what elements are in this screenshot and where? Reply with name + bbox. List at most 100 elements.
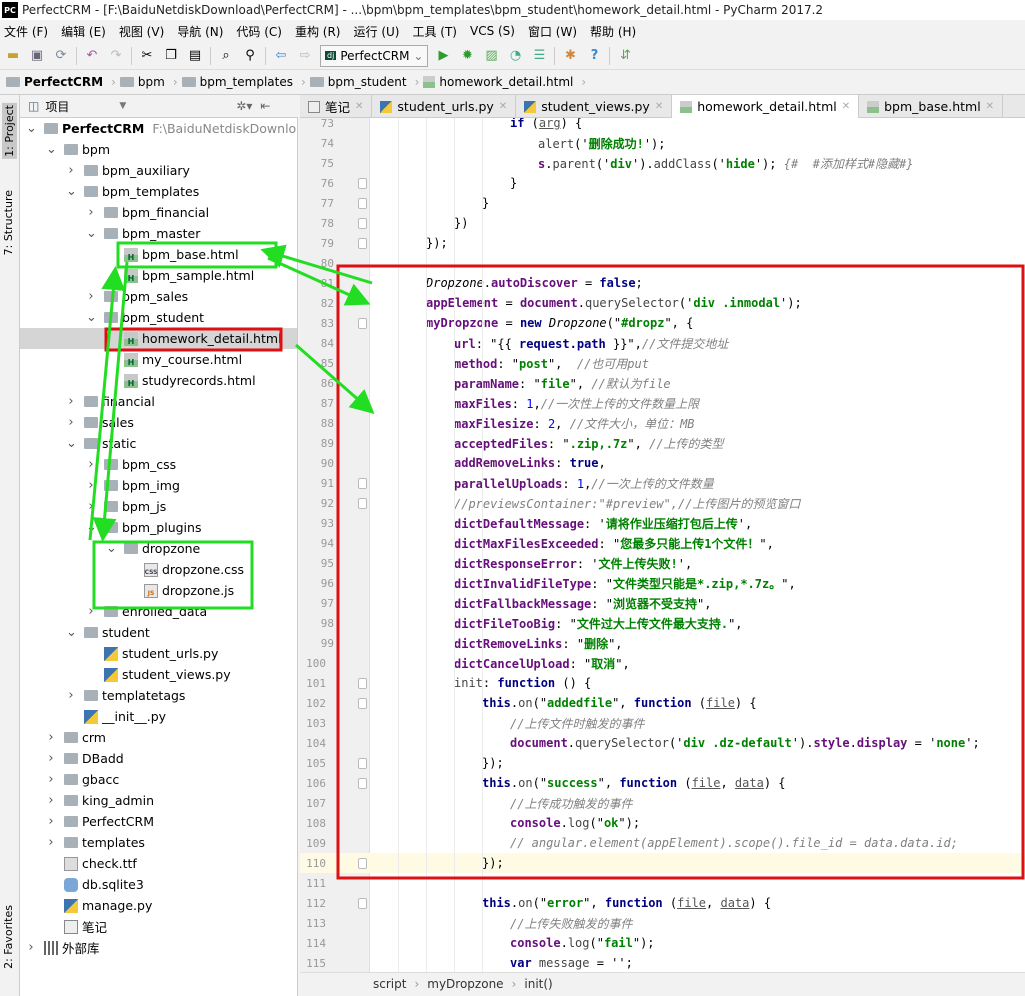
favorites-tool-tab[interactable]: 2: Favorites xyxy=(2,905,15,969)
tree-item[interactable]: › enrolled_data xyxy=(20,601,297,622)
paste-icon[interactable]: ▤ xyxy=(186,47,204,65)
menu-item[interactable]: VCS (S) xyxy=(470,24,515,38)
tree-item[interactable]: › bpm_js xyxy=(20,496,297,517)
tree-item[interactable]: ⌄ student xyxy=(20,622,297,643)
fold-marker-icon[interactable] xyxy=(358,857,367,869)
tree-item[interactable]: ⌄ bpm_templates xyxy=(20,181,297,202)
cut-icon[interactable]: ✂ xyxy=(138,47,156,65)
menu-item[interactable]: 工具 (T) xyxy=(412,23,457,40)
debug-icon[interactable]: ✹ xyxy=(458,47,476,65)
tree-item[interactable]: › bpm_css xyxy=(20,454,297,475)
tree-item[interactable]: ⌄ static xyxy=(20,433,297,454)
fold-marker-icon[interactable] xyxy=(358,697,367,709)
tree-item[interactable]: manage.py xyxy=(20,895,297,916)
project-tool-tab[interactable]: 1: Project xyxy=(2,103,17,159)
fold-marker-icon[interactable] xyxy=(358,677,367,689)
tree-item[interactable]: ⌄ dropzone xyxy=(20,538,297,559)
run-configuration-select[interactable]: dj PerfectCRM ⌄ xyxy=(320,44,429,67)
chevron-right-icon[interactable]: › xyxy=(26,940,36,955)
chevron-down-icon[interactable]: ⌄ xyxy=(66,184,77,199)
breadcrumb-item[interactable]: bpm › xyxy=(119,75,178,89)
menu-item[interactable]: 编辑 (E) xyxy=(61,23,106,40)
breadcrumb-item[interactable]: bpm_student › xyxy=(309,75,419,89)
chevron-right-icon[interactable]: › xyxy=(46,793,56,808)
chevron-down-icon[interactable]: ▼ xyxy=(119,101,126,111)
chevron-right-icon[interactable]: › xyxy=(46,814,56,829)
tree-item[interactable]: › crm xyxy=(20,727,297,748)
tree-item[interactable]: › bpm_financial xyxy=(20,202,297,223)
tree-item[interactable]: JS dropzone.js xyxy=(20,580,297,601)
tree-item[interactable]: › templatetags xyxy=(20,685,297,706)
tree-item[interactable]: CSS dropzone.css xyxy=(20,559,297,580)
tree-item[interactable]: student_urls.py xyxy=(20,643,297,664)
tree-item[interactable]: check.ttf xyxy=(20,853,297,874)
menu-item[interactable]: 文件 (F) xyxy=(4,23,48,40)
tree-item[interactable]: Hstudyrecords.html xyxy=(20,370,297,391)
tree-item[interactable]: › gbacc xyxy=(20,769,297,790)
chevron-right-icon[interactable]: › xyxy=(86,457,96,472)
code-editor[interactable]: 73 if (arg) {74 alert('删除成功!'); 75 s.parent(… xyxy=(300,118,1025,972)
find-icon[interactable]: ⌕ xyxy=(217,47,235,65)
tree-item[interactable]: ⌄ bpm_plugins xyxy=(20,517,297,538)
chevron-down-icon[interactable]: ⌄ xyxy=(46,142,57,157)
help-icon[interactable]: ? xyxy=(585,47,603,65)
tree-item[interactable]: › bpm_auxiliary xyxy=(20,160,297,181)
chevron-down-icon[interactable]: ⌄ xyxy=(26,121,37,136)
breadcrumb-item[interactable]: PerfectCRM › xyxy=(6,75,116,89)
tree-item[interactable]: › bpm_img xyxy=(20,475,297,496)
tree-item[interactable]: › DBadd xyxy=(20,748,297,769)
fold-marker-icon[interactable] xyxy=(358,217,367,229)
chevron-right-icon[interactable]: › xyxy=(46,772,56,787)
chevron-down-icon[interactable]: ⌄ xyxy=(86,226,97,241)
tree-item[interactable]: › PerfectCRM xyxy=(20,811,297,832)
tree-item[interactable]: Hbpm_base.html xyxy=(20,244,297,265)
chevron-down-icon[interactable]: ⌄ xyxy=(86,310,97,325)
tree-item[interactable]: 笔记 xyxy=(20,916,297,937)
menu-item[interactable]: 帮助 (H) xyxy=(590,23,636,40)
tree-item[interactable]: ⌄ bpm_student xyxy=(20,307,297,328)
breadcrumb-item[interactable]: homework_detail.html › xyxy=(423,75,586,89)
editor-tab[interactable]: student_views.py ✕ xyxy=(516,95,673,118)
breadcrumb-item[interactable]: script xyxy=(373,977,406,991)
chevron-right-icon[interactable]: › xyxy=(86,289,96,304)
close-tab-icon[interactable]: ✕ xyxy=(655,101,663,112)
forward-icon[interactable]: ⇨ xyxy=(296,47,314,65)
menu-item[interactable]: 运行 (U) xyxy=(354,23,400,40)
fold-marker-icon[interactable] xyxy=(358,897,367,909)
chevron-right-icon[interactable]: › xyxy=(86,499,96,514)
close-tab-icon[interactable]: ✕ xyxy=(355,101,363,112)
replace-icon[interactable]: ⚲ xyxy=(241,47,259,65)
editor-tab[interactable]: homework_detail.html ✕ xyxy=(672,95,860,118)
chevron-right-icon[interactable]: › xyxy=(66,163,76,178)
chevron-right-icon[interactable]: › xyxy=(46,835,56,850)
tree-item[interactable]: › sales xyxy=(20,412,297,433)
settings-icon[interactable]: ✱ xyxy=(561,47,579,65)
tree-item[interactable]: ⌄ PerfectCRM F:\BaiduNetdiskDownload\ xyxy=(20,118,297,139)
sync-icon[interactable]: ⟳ xyxy=(52,47,70,65)
fold-marker-icon[interactable] xyxy=(358,317,367,329)
fold-marker-icon[interactable] xyxy=(358,477,367,489)
fold-marker-icon[interactable] xyxy=(358,777,367,789)
back-icon[interactable]: ⇦ xyxy=(272,47,290,65)
breadcrumb-item[interactable]: bpm_templates › xyxy=(181,75,306,89)
open-icon[interactable]: ▬ xyxy=(4,47,22,65)
chevron-down-icon[interactable]: ⌄ xyxy=(86,520,97,535)
chevron-right-icon[interactable]: › xyxy=(46,730,56,745)
chevron-down-icon[interactable]: ⌄ xyxy=(106,541,117,556)
chevron-right-icon[interactable]: › xyxy=(86,478,96,493)
menu-item[interactable]: 视图 (V) xyxy=(119,23,164,40)
close-tab-icon[interactable]: ✕ xyxy=(842,101,850,112)
fold-marker-icon[interactable] xyxy=(358,237,367,249)
fold-marker-icon[interactable] xyxy=(358,177,367,189)
save-icon[interactable]: ▣ xyxy=(28,47,46,65)
menu-item[interactable]: 重构 (R) xyxy=(295,23,341,40)
tree-item[interactable]: ⌄ bpm_master xyxy=(20,223,297,244)
coverage-icon[interactable]: ▨ xyxy=(482,47,500,65)
structure-tool-tab[interactable]: 7: Structure xyxy=(2,190,15,255)
tree-item[interactable]: › 外部库 xyxy=(20,937,297,958)
breadcrumb-item[interactable]: init() xyxy=(524,977,552,991)
tree-item[interactable]: › king_admin xyxy=(20,790,297,811)
run-icon[interactable]: ▶ xyxy=(434,47,452,65)
concurrency-icon[interactable]: ☰ xyxy=(530,47,548,65)
tree-item[interactable]: ⌄ bpm xyxy=(20,139,297,160)
